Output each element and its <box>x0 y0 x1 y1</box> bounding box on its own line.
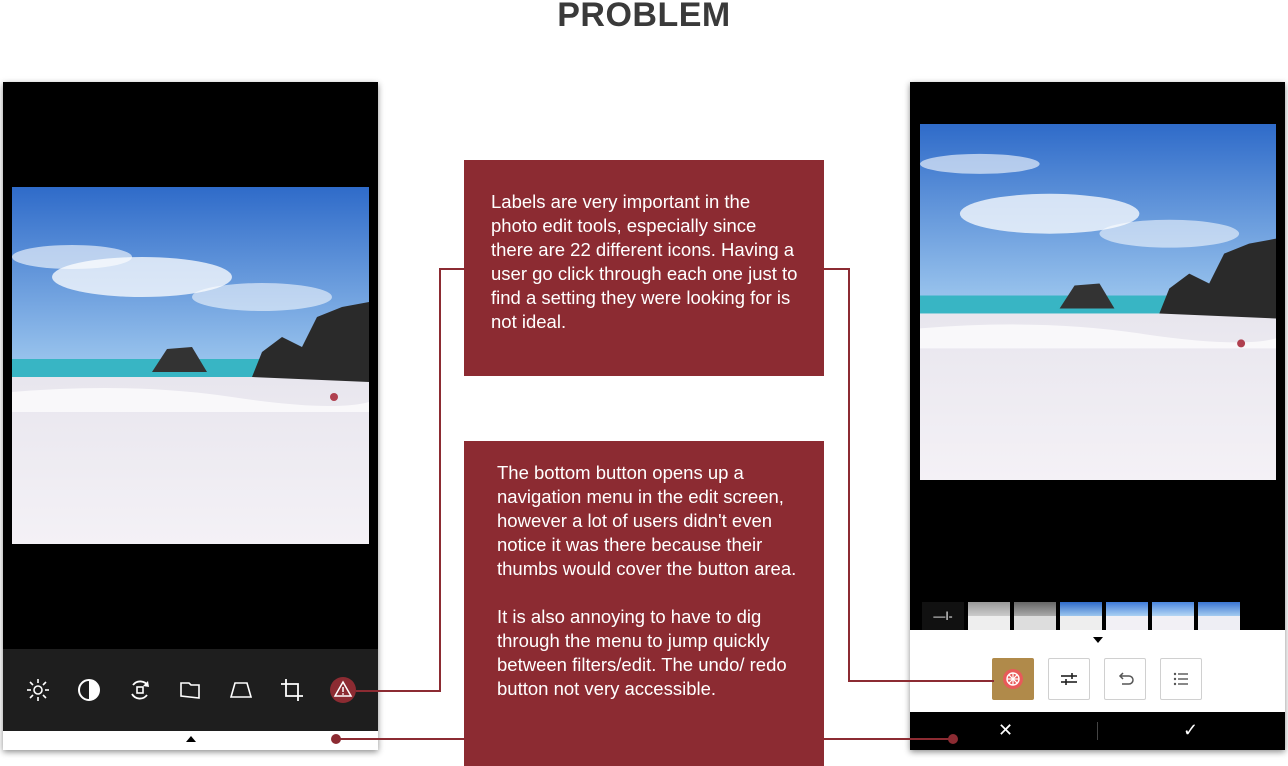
flag-icon[interactable] <box>173 673 207 707</box>
contrast-icon[interactable] <box>72 673 106 707</box>
perspective-icon[interactable] <box>224 673 258 707</box>
callout-text: It is also annoying to have to dig throu… <box>497 606 787 699</box>
action-divider <box>1097 722 1098 740</box>
cancel-button[interactable]: ✕ <box>998 720 1013 741</box>
filter-thumb[interactable] <box>1060 602 1102 630</box>
adjust-button[interactable] <box>1048 658 1090 700</box>
brightness-icon[interactable] <box>21 673 55 707</box>
caret-down-icon[interactable] <box>1093 637 1103 643</box>
callout-text: The bottom button opens up a navigation … <box>497 462 797 579</box>
bottom-nav-button[interactable] <box>3 731 378 750</box>
confirm-button[interactable]: ✓ <box>1183 720 1198 741</box>
right-phone-screen: —I- ✕ ✓ <box>910 82 1285 750</box>
filters-icon <box>1003 669 1023 689</box>
rotate-icon[interactable] <box>123 673 157 707</box>
undo-icon <box>1118 672 1134 685</box>
bottom-button-callout: The bottom button opens up a navigation … <box>464 441 824 766</box>
beach-photo <box>12 187 369 544</box>
filter-thumb[interactable] <box>1198 602 1240 630</box>
crop-icon[interactable] <box>275 673 309 707</box>
callout-text: Labels are very important in the photo e… <box>491 191 798 332</box>
beach-photo <box>920 124 1276 480</box>
list-button[interactable] <box>1160 658 1202 700</box>
adjust-icon <box>1061 673 1077 685</box>
filter-strip: —I- <box>910 602 1285 630</box>
left-phone-screen <box>3 82 378 750</box>
filter-thumb[interactable] <box>1106 602 1148 630</box>
filter-thumb-original[interactable]: —I- <box>922 602 964 630</box>
filters-button[interactable] <box>992 658 1034 700</box>
filter-thumb[interactable] <box>1152 602 1194 630</box>
edit-panel <box>910 630 1285 712</box>
filter-thumb[interactable] <box>968 602 1010 630</box>
list-icon <box>1173 672 1188 686</box>
undo-button[interactable] <box>1104 658 1146 700</box>
caret-up-icon <box>186 736 196 742</box>
page-title: PROBLEM <box>557 0 731 34</box>
labels-callout: Labels are very important in the photo e… <box>464 160 824 376</box>
action-bar: ✕ ✓ <box>910 712 1285 750</box>
edit-toolbar <box>3 649 378 731</box>
filter-thumb[interactable] <box>1014 602 1056 630</box>
warning-icon[interactable] <box>326 673 360 707</box>
